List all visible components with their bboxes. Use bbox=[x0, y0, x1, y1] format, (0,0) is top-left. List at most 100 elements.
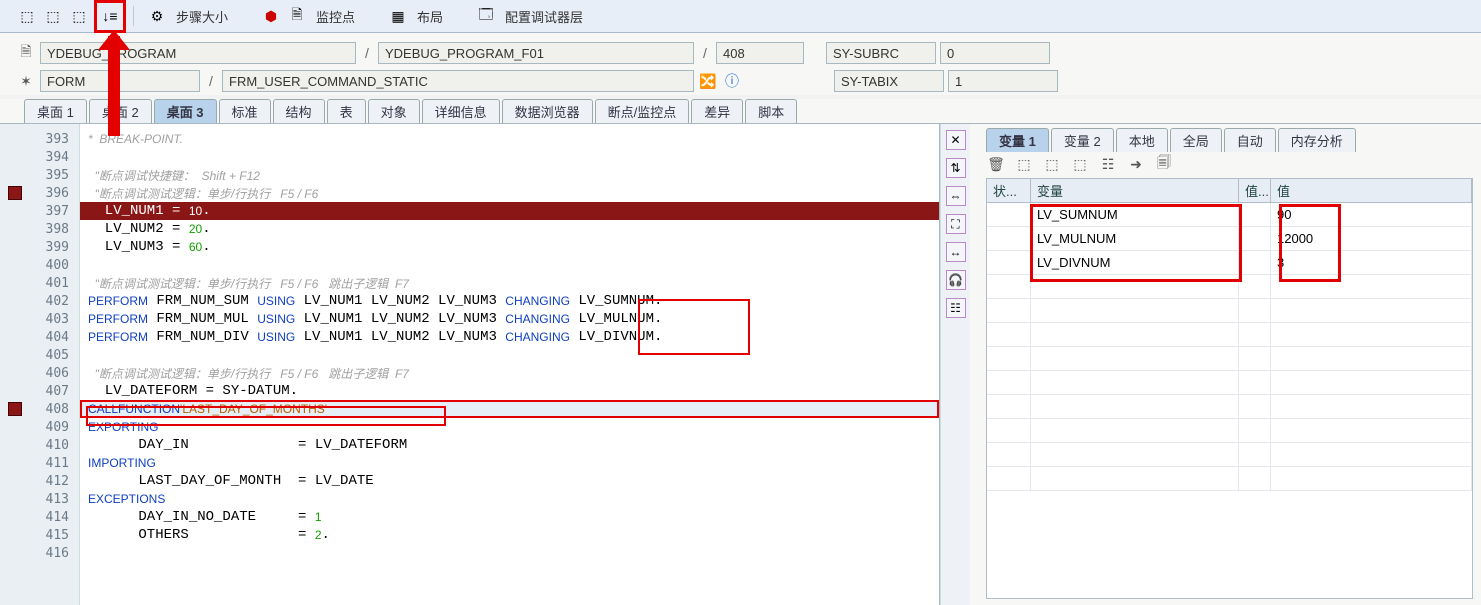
variable-row[interactable] bbox=[987, 443, 1472, 467]
gutter-line[interactable]: 414 bbox=[0, 508, 79, 526]
var-value[interactable]: 3 bbox=[1271, 251, 1472, 274]
col-value[interactable]: 值 bbox=[1271, 179, 1472, 202]
var-value[interactable] bbox=[1271, 323, 1472, 346]
code-line[interactable] bbox=[80, 256, 939, 274]
sy-tabix-value[interactable]: 1 bbox=[948, 70, 1058, 92]
gutter-line[interactable]: 402 bbox=[0, 292, 79, 310]
var-value[interactable]: 12000 bbox=[1271, 227, 1472, 250]
var-tab-3[interactable]: 全局 bbox=[1170, 128, 1222, 152]
link-icon[interactable]: ⇔ bbox=[946, 186, 966, 206]
var-tab-2[interactable]: 本地 bbox=[1116, 128, 1168, 152]
var-name[interactable] bbox=[1031, 419, 1239, 442]
subroutine-field[interactable]: FRM_USER_COMMAND_STATIC bbox=[222, 70, 694, 92]
gutter-line[interactable]: 397 bbox=[0, 202, 79, 220]
var-tab-4[interactable]: 自动 bbox=[1224, 128, 1276, 152]
code-line[interactable]: PERFORM FRM_NUM_DIV USING LV_NUM1 LV_NUM… bbox=[80, 328, 939, 346]
variable-row[interactable] bbox=[987, 323, 1472, 347]
code-line[interactable] bbox=[80, 544, 939, 562]
tab-7[interactable]: 详细信息 bbox=[422, 99, 500, 123]
code-line[interactable]: "断点调试测试逻辑：单步/行执行 F5 / F6 bbox=[80, 184, 939, 202]
var-value[interactable] bbox=[1271, 467, 1472, 490]
code-line[interactable]: CALL FUNCTION 'LAST_DAY_OF_MONTHS' bbox=[80, 400, 939, 418]
var-value[interactable] bbox=[1271, 275, 1472, 298]
var-name[interactable] bbox=[1031, 395, 1239, 418]
breakpoint-icon[interactable] bbox=[8, 402, 22, 416]
var-tab-0[interactable]: 变量 1 bbox=[986, 128, 1049, 152]
tab-3[interactable]: 标准 bbox=[219, 99, 271, 123]
forward-icon[interactable]: ➜ bbox=[1126, 155, 1146, 173]
close-icon[interactable]: ✕ bbox=[946, 130, 966, 150]
gutter-line[interactable]: 401 bbox=[0, 274, 79, 292]
code-line[interactable]: DAY_IN_NO_DATE = 1 bbox=[80, 508, 939, 526]
gutter-line[interactable]: 409 bbox=[0, 418, 79, 436]
step-into-icon[interactable]: ⬚ bbox=[16, 5, 38, 27]
sort-icon[interactable]: ⇅ bbox=[946, 158, 966, 178]
export-icon[interactable]: ⬚ bbox=[1014, 155, 1034, 173]
gutter-line[interactable]: 411 bbox=[0, 454, 79, 472]
tab-2[interactable]: 桌面 3 bbox=[154, 99, 217, 123]
event-field[interactable]: FORM bbox=[40, 70, 200, 92]
code-line[interactable]: EXCEPTIONS bbox=[80, 490, 939, 508]
variable-row[interactable] bbox=[987, 395, 1472, 419]
var-value[interactable]: 90 bbox=[1271, 203, 1472, 226]
code-line[interactable]: LV_DATEFORM = SY-DATUM. bbox=[80, 382, 939, 400]
include-field[interactable]: YDEBUG_PROGRAM_F01 bbox=[378, 42, 694, 64]
var-tab-1[interactable]: 变量 2 bbox=[1051, 128, 1114, 152]
clipboard-icon[interactable]: 🗐 bbox=[1154, 155, 1174, 173]
variable-row[interactable] bbox=[987, 299, 1472, 323]
code-line[interactable] bbox=[80, 346, 939, 364]
tab-8[interactable]: 数据浏览器 bbox=[502, 99, 593, 123]
gutter-line[interactable]: 400 bbox=[0, 256, 79, 274]
var-value[interactable] bbox=[1271, 347, 1472, 370]
line-field[interactable]: 408 bbox=[716, 42, 804, 64]
variable-row[interactable] bbox=[987, 371, 1472, 395]
gutter-line[interactable]: 394 bbox=[0, 148, 79, 166]
code-line[interactable]: EXPORTING bbox=[80, 418, 939, 436]
watchpoint-icon[interactable]: 🗎 bbox=[286, 5, 308, 27]
step-out-icon[interactable]: ⬚ bbox=[68, 5, 90, 27]
save-icon[interactable]: ⬚ bbox=[1070, 155, 1090, 173]
code-line[interactable]: "断点调试测试逻辑：单步/行执行 F5 / F6 跳出子逻辑 F7 bbox=[80, 364, 939, 382]
tree-icon[interactable]: ☷ bbox=[1098, 155, 1118, 173]
layout-icon[interactable]: ▦ bbox=[387, 5, 409, 27]
gutter-line[interactable]: 393 bbox=[0, 130, 79, 148]
tab-10[interactable]: 差异 bbox=[691, 99, 743, 123]
var-name[interactable] bbox=[1031, 347, 1239, 370]
variable-row[interactable] bbox=[987, 347, 1472, 371]
code-line[interactable]: LAST_DAY_OF_MONTH = LV_DATE bbox=[80, 472, 939, 490]
var-name[interactable] bbox=[1031, 467, 1239, 490]
code-line[interactable]: "断点调试测试逻辑：单步/行执行 F5 / F6 跳出子逻辑 F7 bbox=[80, 274, 939, 292]
variable-row[interactable]: LV_MULNUM12000 bbox=[987, 227, 1472, 251]
variable-row[interactable]: LV_DIVNUM 3 bbox=[987, 251, 1472, 275]
var-value[interactable] bbox=[1271, 419, 1472, 442]
goto-icon[interactable]: ↔ bbox=[946, 242, 966, 262]
variable-row[interactable]: LV_SUMNUM 90 bbox=[987, 203, 1472, 227]
var-name[interactable]: LV_SUMNUM bbox=[1031, 203, 1239, 226]
import-icon[interactable]: ⬚ bbox=[1042, 155, 1062, 173]
var-value[interactable] bbox=[1271, 299, 1472, 322]
code-line[interactable]: LV_NUM1 = 10. bbox=[80, 202, 939, 220]
gutter-line[interactable]: 399 bbox=[0, 238, 79, 256]
gutter-line[interactable]: 412 bbox=[0, 472, 79, 490]
variable-row[interactable] bbox=[987, 419, 1472, 443]
delete-icon[interactable]: 🗑 bbox=[986, 155, 1006, 173]
code-line[interactable]: DAY_IN = LV_DATEFORM bbox=[80, 436, 939, 454]
code-lines[interactable]: * BREAK-POINT. "断点调试快捷键： Shift + F12 "断点… bbox=[80, 124, 939, 605]
sy-subrc-value[interactable]: 0 bbox=[940, 42, 1050, 64]
tab-9[interactable]: 断点/监控点 bbox=[595, 99, 690, 123]
gutter-line[interactable]: 408 bbox=[0, 400, 79, 418]
gutter-line[interactable]: 415 bbox=[0, 526, 79, 544]
var-name[interactable]: LV_DIVNUM bbox=[1031, 251, 1239, 274]
col-name[interactable]: 变量 bbox=[1031, 179, 1239, 202]
gutter-line[interactable]: 406 bbox=[0, 364, 79, 382]
var-value[interactable] bbox=[1271, 395, 1472, 418]
step-size-icon[interactable]: ⚙ bbox=[146, 5, 168, 27]
code-line[interactable]: PERFORM FRM_NUM_SUM USING LV_NUM1 LV_NUM… bbox=[80, 292, 939, 310]
config-layers-icon[interactable]: 🗔 bbox=[475, 5, 497, 27]
gutter-line[interactable]: 398 bbox=[0, 220, 79, 238]
gutter-line[interactable]: 395 bbox=[0, 166, 79, 184]
variable-row[interactable] bbox=[987, 467, 1472, 491]
code-line[interactable]: OTHERS = 2. bbox=[80, 526, 939, 544]
tab-4[interactable]: 结构 bbox=[273, 99, 325, 123]
var-name[interactable] bbox=[1031, 443, 1239, 466]
